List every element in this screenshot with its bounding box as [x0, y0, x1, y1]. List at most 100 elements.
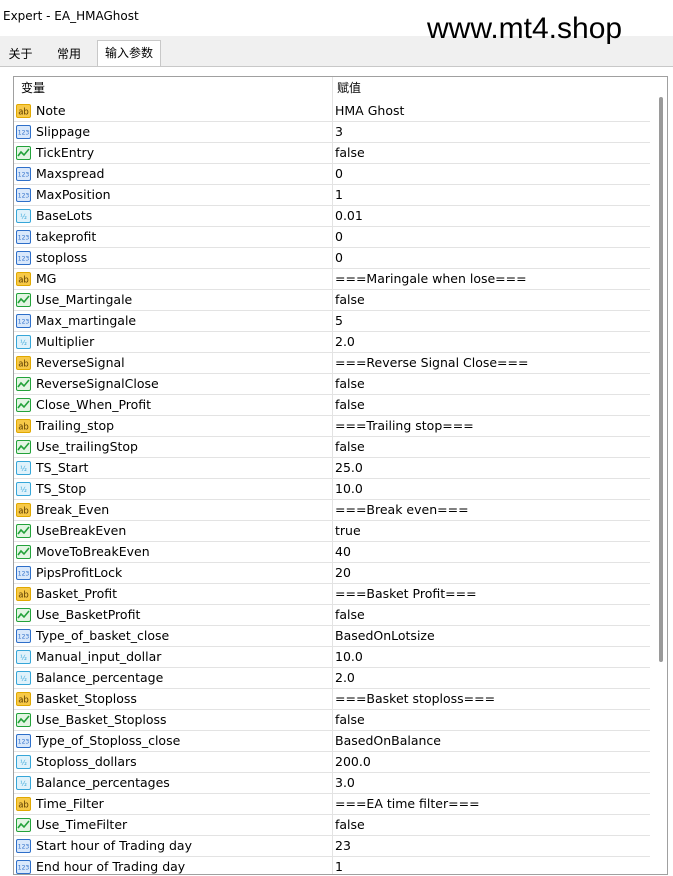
table-row[interactable]: Close_When_Profit false: [14, 395, 650, 416]
parameter-value[interactable]: false: [335, 607, 365, 622]
parameter-value[interactable]: 200.0: [335, 754, 371, 769]
parameter-value[interactable]: ===Break even===: [335, 502, 469, 517]
parameter-value[interactable]: 0: [335, 166, 343, 181]
svg-text:½: ½: [20, 675, 27, 683]
parameter-value[interactable]: 25.0: [335, 460, 363, 475]
parameter-name: MoveToBreakEven: [36, 544, 150, 559]
table-row[interactable]: ½ Multiplier 2.0: [14, 332, 650, 353]
parameter-value[interactable]: ===Trailing stop===: [335, 418, 474, 433]
parameter-value[interactable]: ===Basket Profit===: [335, 586, 477, 601]
parameter-name: Balance_percentages: [36, 775, 170, 790]
title-bar: Expert - EA_HMAGhost www.mt4.shop: [0, 0, 673, 45]
table-row[interactable]: 123 takeprofit 0: [14, 227, 650, 248]
svg-text:123: 123: [18, 571, 30, 578]
table-row[interactable]: ½ TS_Start 25.0: [14, 458, 650, 479]
table-row[interactable]: TickEntry false: [14, 143, 650, 164]
parameter-value[interactable]: 3.0: [335, 775, 355, 790]
svg-text:ab: ab: [18, 423, 29, 433]
svg-text:ab: ab: [18, 276, 29, 286]
table-row[interactable]: 123 Maxspread 0: [14, 164, 650, 185]
parameter-value[interactable]: false: [335, 439, 365, 454]
table-row[interactable]: 123 Type_of_basket_close BasedOnLotsize: [14, 626, 650, 647]
parameter-value[interactable]: 0.01: [335, 208, 363, 223]
parameter-value[interactable]: false: [335, 145, 365, 160]
svg-text:ab: ab: [18, 591, 29, 601]
parameter-value[interactable]: 23: [335, 838, 351, 853]
tab-common[interactable]: 常用: [46, 42, 92, 66]
parameter-name: Stoploss_dollars: [36, 754, 137, 769]
parameter-value[interactable]: false: [335, 712, 365, 727]
table-row[interactable]: Use_BasketProfit false: [14, 605, 650, 626]
parameter-value[interactable]: ===EA time filter===: [335, 796, 480, 811]
table-row[interactable]: Use_Basket_Stoploss false: [14, 710, 650, 731]
boolean-type-icon: [16, 818, 31, 832]
parameter-value[interactable]: 10.0: [335, 649, 363, 664]
table-row[interactable]: UseBreakEven true: [14, 521, 650, 542]
scrollbar-thumb[interactable]: [659, 97, 663, 662]
table-row[interactable]: ab Trailing_stop ===Trailing stop===: [14, 416, 650, 437]
boolean-type-icon: [16, 146, 31, 160]
column-header-variable[interactable]: 变量: [21, 77, 45, 100]
table-row[interactable]: MoveToBreakEven 40: [14, 542, 650, 563]
table-row[interactable]: ½ Balance_percentages 3.0: [14, 773, 650, 794]
table-row[interactable]: ½ Manual_input_dollar 10.0: [14, 647, 650, 668]
parameter-value[interactable]: 2.0: [335, 334, 355, 349]
table-row[interactable]: 123 End hour of Trading day 1: [14, 857, 650, 874]
table-row[interactable]: 123 Start hour of Trading day 23: [14, 836, 650, 857]
parameter-name: Balance_percentage: [36, 670, 164, 685]
table-row[interactable]: Use_TimeFilter false: [14, 815, 650, 836]
table-row[interactable]: ½ TS_Stop 10.0: [14, 479, 650, 500]
parameter-name: ReverseSignalClose: [36, 376, 159, 391]
boolean-type-icon: [16, 608, 31, 622]
vertical-scrollbar[interactable]: [654, 77, 667, 874]
parameter-value[interactable]: ===Basket stoploss===: [335, 691, 495, 706]
parameter-value[interactable]: BasedOnBalance: [335, 733, 441, 748]
tab-input-parameters[interactable]: 输入参数: [97, 40, 161, 67]
column-header-value[interactable]: 赋值: [337, 77, 361, 100]
parameter-name: Start hour of Trading day: [36, 838, 192, 853]
parameter-value[interactable]: 2.0: [335, 670, 355, 685]
parameter-value[interactable]: false: [335, 397, 365, 412]
parameter-value[interactable]: ===Maringale when lose===: [335, 271, 527, 286]
parameter-value[interactable]: 20: [335, 565, 351, 580]
table-row[interactable]: ½ BaseLots 0.01: [14, 206, 650, 227]
table-row[interactable]: 123 Max_martingale 5: [14, 311, 650, 332]
svg-text:123: 123: [18, 739, 30, 746]
parameter-value[interactable]: 0: [335, 229, 343, 244]
table-row[interactable]: Use_trailingStop false: [14, 437, 650, 458]
boolean-type-icon: [16, 377, 31, 391]
parameter-value[interactable]: 5: [335, 313, 343, 328]
table-row[interactable]: 123 MaxPosition 1: [14, 185, 650, 206]
parameter-value[interactable]: 40: [335, 544, 351, 559]
double-type-icon: ½: [16, 671, 31, 685]
table-row[interactable]: 123 Slippage 3: [14, 122, 650, 143]
parameter-value[interactable]: false: [335, 817, 365, 832]
table-row[interactable]: ab MG ===Maringale when lose===: [14, 269, 650, 290]
parameter-value[interactable]: 10.0: [335, 481, 363, 496]
parameter-value[interactable]: true: [335, 523, 361, 538]
parameter-value[interactable]: false: [335, 376, 365, 391]
table-row[interactable]: ab ReverseSignal ===Reverse Signal Close==…: [14, 353, 650, 374]
table-row[interactable]: ab Basket_Profit ===Basket Profit===: [14, 584, 650, 605]
parameter-value[interactable]: HMA Ghost: [335, 103, 404, 118]
table-row[interactable]: ½ Balance_percentage 2.0: [14, 668, 650, 689]
table-row[interactable]: ½ Stoploss_dollars 200.0: [14, 752, 650, 773]
table-row[interactable]: 123 stoploss 0: [14, 248, 650, 269]
tab-about[interactable]: 关于: [0, 42, 41, 66]
parameter-value[interactable]: 3: [335, 124, 343, 139]
table-row[interactable]: 123 Type_of_Stoploss_close BasedOnBalance: [14, 731, 650, 752]
parameter-value[interactable]: BasedOnLotsize: [335, 628, 435, 643]
table-row[interactable]: 123 PipsProfitLock 20: [14, 563, 650, 584]
table-row[interactable]: ReverseSignalClose false: [14, 374, 650, 395]
parameter-value[interactable]: 0: [335, 250, 343, 265]
parameter-value[interactable]: false: [335, 292, 365, 307]
parameter-value[interactable]: 1: [335, 859, 343, 874]
table-row[interactable]: Use_Martingale false: [14, 290, 650, 311]
table-row[interactable]: ab Time_Filter ===EA time filter===: [14, 794, 650, 815]
parameter-value[interactable]: 1: [335, 187, 343, 202]
table-row[interactable]: ab Note HMA Ghost: [14, 101, 650, 122]
double-type-icon: ½: [16, 209, 31, 223]
table-row[interactable]: ab Break_Even ===Break even===: [14, 500, 650, 521]
table-row[interactable]: ab Basket_Stoploss ===Basket stoploss===: [14, 689, 650, 710]
parameter-value[interactable]: ===Reverse Signal Close===: [335, 355, 528, 370]
